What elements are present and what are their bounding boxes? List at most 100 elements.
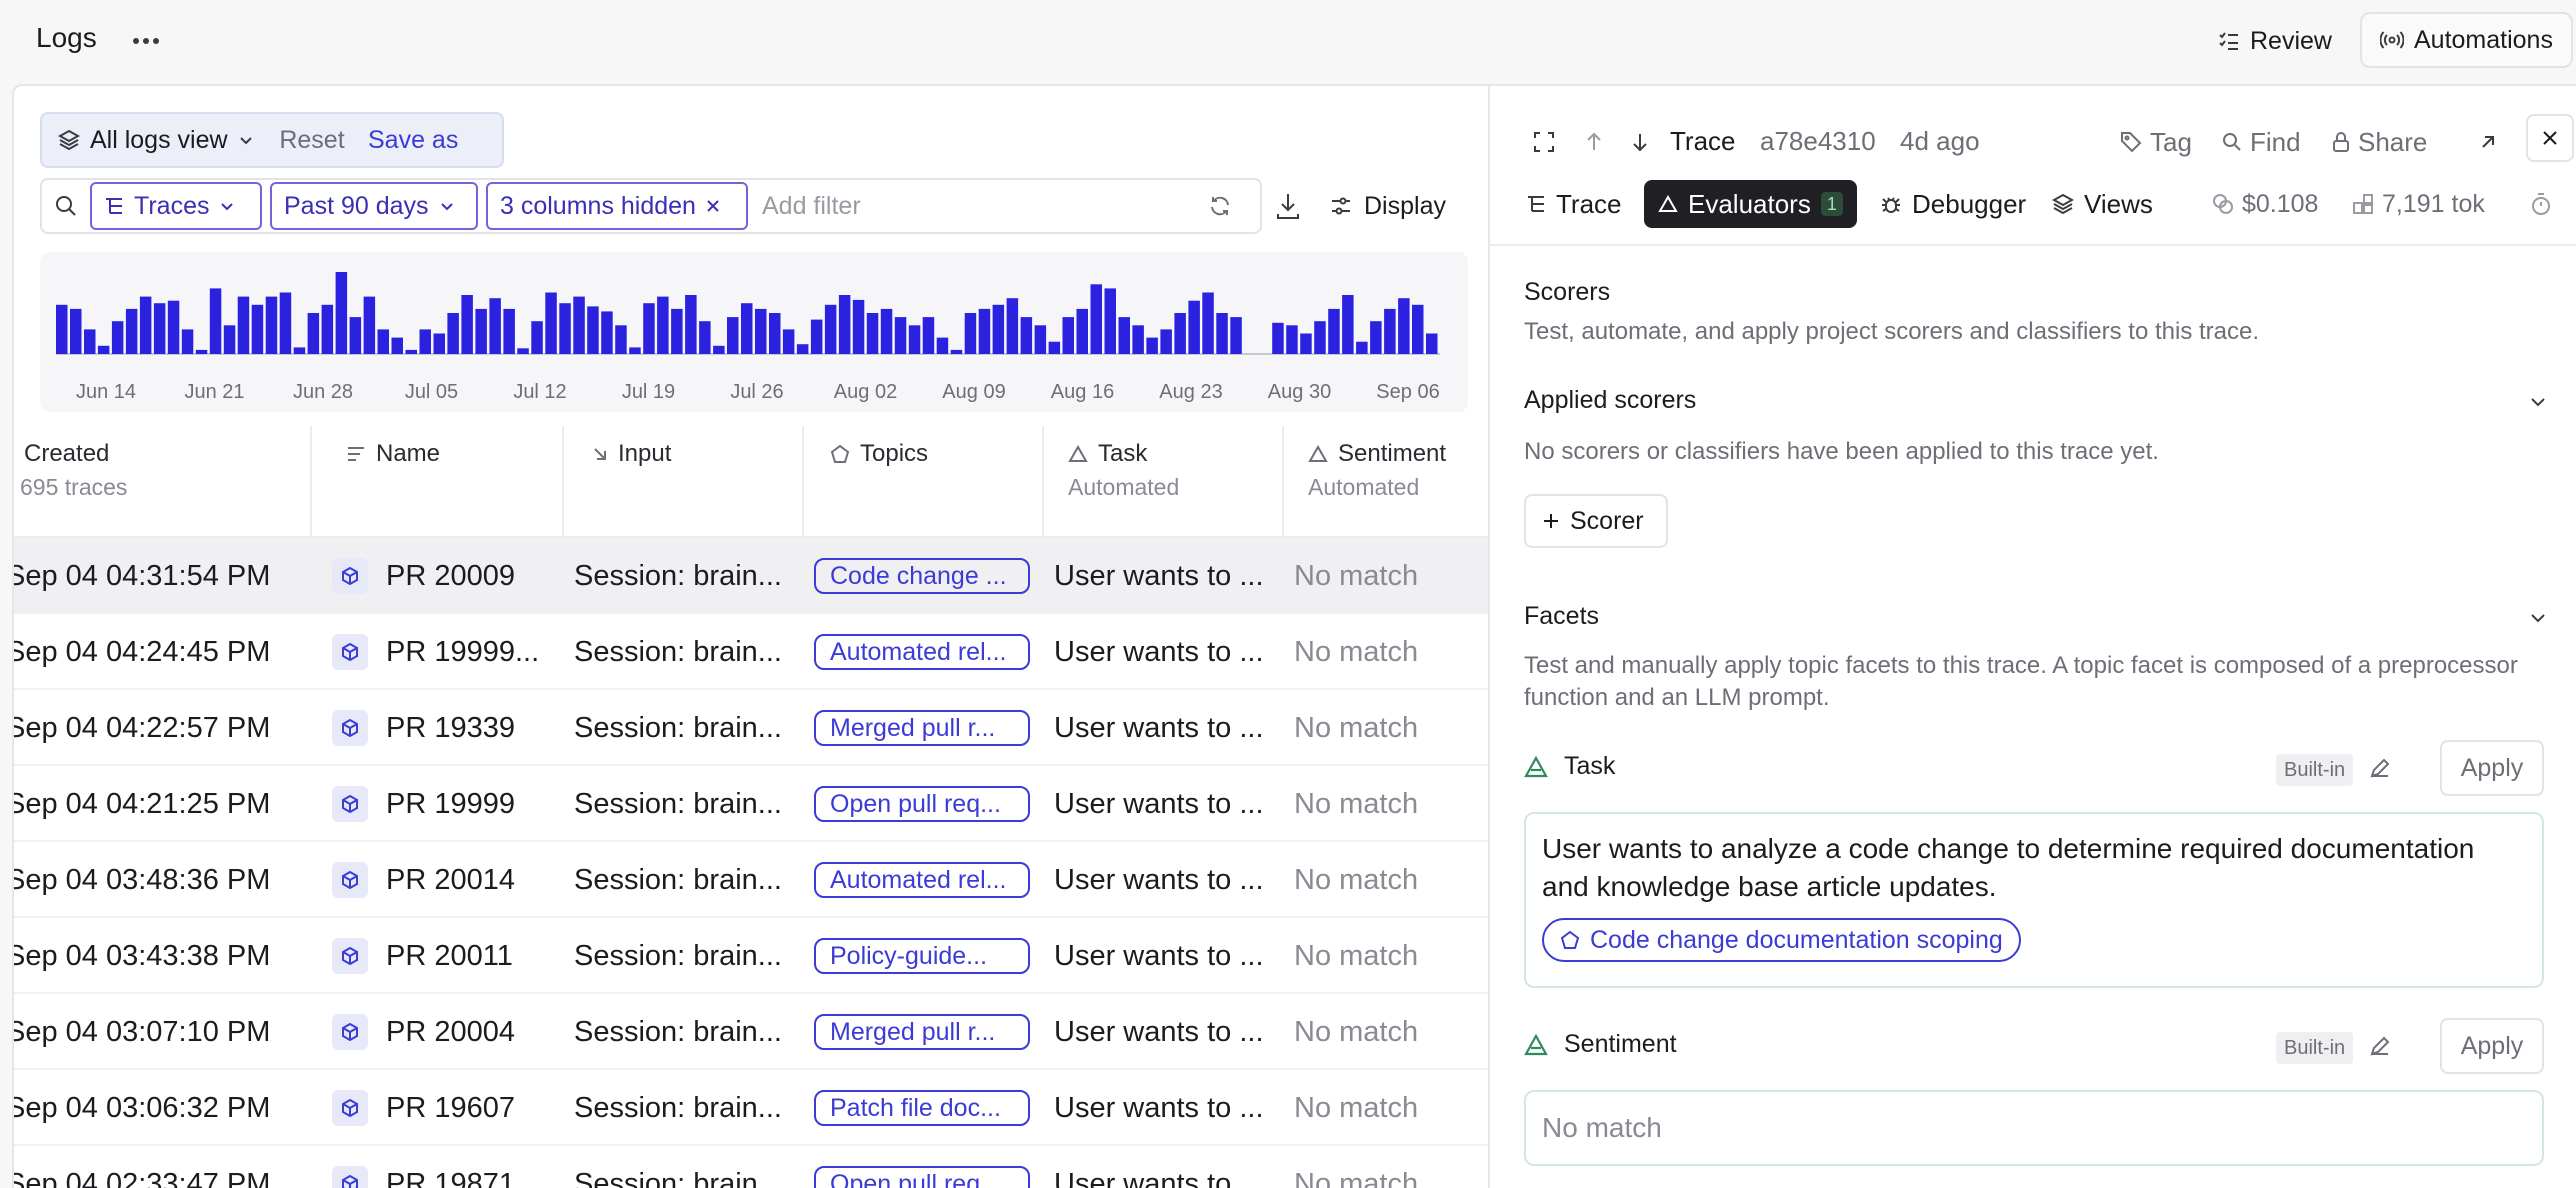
- topic-pill[interactable]: Open pull req...: [814, 786, 1030, 822]
- topic-pill[interactable]: Code change ...: [814, 558, 1030, 594]
- histogram-bar[interactable]: [1286, 325, 1298, 354]
- close-icon[interactable]: [706, 199, 720, 213]
- histogram-bar[interactable]: [111, 321, 124, 354]
- histogram-bar[interactable]: [1048, 341, 1061, 354]
- histogram-bar[interactable]: [992, 304, 1005, 354]
- close-button[interactable]: [2526, 114, 2574, 162]
- tab-debugger[interactable]: Debugger: [1866, 180, 2040, 228]
- task-topic-chip[interactable]: Code change documentation scoping: [1542, 918, 2021, 962]
- histogram-bar[interactable]: [559, 303, 571, 354]
- table-row[interactable]: Sep 04 04:24:45 PM PR 19999... Session: …: [14, 614, 1488, 690]
- histogram-bar[interactable]: [643, 303, 655, 354]
- column-task[interactable]: Task Automated: [1044, 426, 1284, 538]
- histogram-bar[interactable]: [587, 306, 599, 354]
- arrow-down-icon[interactable]: [1620, 122, 1660, 162]
- histogram-bar[interactable]: [1272, 322, 1284, 354]
- histogram-bar[interactable]: [209, 288, 222, 354]
- histogram-bar[interactable]: [503, 308, 515, 354]
- histogram-bar[interactable]: [1034, 325, 1047, 354]
- histogram-bar[interactable]: [1090, 284, 1103, 354]
- histogram-bar[interactable]: [824, 304, 837, 354]
- histogram-bar[interactable]: [1370, 321, 1382, 354]
- columns-hidden-chip[interactable]: 3 columns hidden: [486, 182, 748, 230]
- histogram-bar[interactable]: [1328, 308, 1340, 354]
- histogram-bar[interactable]: [293, 347, 306, 354]
- display-button[interactable]: Display: [1330, 178, 1446, 234]
- apply-button[interactable]: Apply: [2440, 1018, 2544, 1074]
- histogram-bar[interactable]: [810, 319, 823, 354]
- histogram-bar[interactable]: [307, 313, 320, 354]
- histogram-bar[interactable]: [699, 321, 711, 354]
- histogram-bar[interactable]: [1356, 341, 1368, 354]
- topic-pill[interactable]: Merged pull r...: [814, 1014, 1030, 1050]
- histogram-bar[interactable]: [880, 308, 893, 354]
- histogram-bar[interactable]: [727, 317, 739, 354]
- histogram-bar[interactable]: [741, 303, 753, 354]
- histogram-bar[interactable]: [56, 304, 68, 354]
- table-row[interactable]: Sep 04 04:22:57 PM PR 19339 Session: bra…: [14, 690, 1488, 766]
- histogram-bar[interactable]: [755, 308, 767, 354]
- more-options-icon[interactable]: [128, 26, 164, 56]
- histogram-bar[interactable]: [922, 317, 935, 354]
- table-row[interactable]: Sep 04 03:06:32 PM PR 19607 Session: bra…: [14, 1070, 1488, 1146]
- tab-views[interactable]: Views: [2038, 180, 2167, 228]
- histogram-bar[interactable]: [838, 295, 851, 354]
- tab-trace[interactable]: Trace: [1512, 180, 1636, 228]
- traces-filter-chip[interactable]: Traces: [90, 182, 262, 230]
- histogram-bar[interactable]: [769, 313, 781, 354]
- histogram-bar[interactable]: [964, 313, 977, 354]
- histogram-bar[interactable]: [1384, 308, 1396, 354]
- histogram-bar[interactable]: [1398, 298, 1410, 354]
- histogram-bar[interactable]: [475, 308, 487, 354]
- histogram-bar[interactable]: [363, 296, 376, 354]
- column-sentiment[interactable]: Sentiment Automated: [1284, 426, 1488, 538]
- histogram-bar[interactable]: [195, 349, 208, 354]
- topic-pill[interactable]: Merged pull r...: [814, 710, 1030, 746]
- topic-pill[interactable]: Automated rel...: [814, 862, 1030, 898]
- histogram-bar[interactable]: [531, 321, 543, 354]
- find-button[interactable]: Find: [2222, 118, 2301, 166]
- histogram-bar[interactable]: [1132, 325, 1144, 354]
- histogram-bar[interactable]: [1412, 304, 1424, 354]
- histogram-bar[interactable]: [1426, 333, 1438, 355]
- column-name[interactable]: Name: [324, 426, 564, 538]
- histogram-bar[interactable]: [713, 345, 725, 354]
- table-row[interactable]: Sep 04 03:07:10 PM PR 20004 Session: bra…: [14, 994, 1488, 1070]
- histogram-bar[interactable]: [685, 295, 697, 354]
- histogram-bar[interactable]: [405, 349, 418, 354]
- histogram-bar[interactable]: [139, 296, 152, 354]
- histogram-bar[interactable]: [489, 298, 501, 354]
- histogram-bar[interactable]: [1188, 300, 1200, 354]
- histogram-bar[interactable]: [573, 296, 585, 354]
- table-row[interactable]: Sep 04 04:21:25 PM PR 19999 Session: bra…: [14, 766, 1488, 842]
- period-filter-chip[interactable]: Past 90 days: [270, 182, 478, 230]
- histogram-bar[interactable]: [796, 344, 809, 354]
- histogram-bar[interactable]: [1202, 292, 1214, 355]
- histogram-bar[interactable]: [908, 325, 921, 354]
- histogram-bar[interactable]: [84, 329, 96, 354]
- table-row[interactable]: Sep 04 03:43:38 PM PR 20011 Session: bra…: [14, 918, 1488, 994]
- histogram-bar[interactable]: [950, 349, 963, 354]
- histogram-bar[interactable]: [279, 292, 292, 355]
- histogram-bar[interactable]: [866, 313, 879, 354]
- arrow-up-icon[interactable]: [1574, 122, 1614, 162]
- automations-button[interactable]: Automations: [2360, 12, 2573, 68]
- histogram-bar[interactable]: [1174, 313, 1186, 354]
- histogram-bar[interactable]: [517, 348, 529, 354]
- share-button[interactable]: Share: [2332, 118, 2427, 166]
- column-topics[interactable]: Topics: [804, 426, 1044, 538]
- tag-button[interactable]: Tag: [2120, 118, 2192, 166]
- open-external-icon[interactable]: [2468, 122, 2508, 162]
- pencil-icon[interactable]: [2368, 756, 2392, 780]
- histogram-bar[interactable]: [321, 304, 334, 354]
- histogram-bar[interactable]: [1006, 298, 1019, 354]
- histogram-bar[interactable]: [377, 329, 390, 354]
- histogram-bar[interactable]: [1314, 321, 1326, 354]
- tab-evaluators[interactable]: Evaluators 1: [1644, 180, 1857, 228]
- histogram-bar[interactable]: [181, 329, 194, 354]
- histogram-bar[interactable]: [1216, 313, 1228, 354]
- histogram-bar[interactable]: [894, 317, 907, 354]
- histogram-bar[interactable]: [335, 272, 348, 354]
- histogram-bar[interactable]: [97, 345, 110, 354]
- histogram-bar[interactable]: [936, 337, 949, 354]
